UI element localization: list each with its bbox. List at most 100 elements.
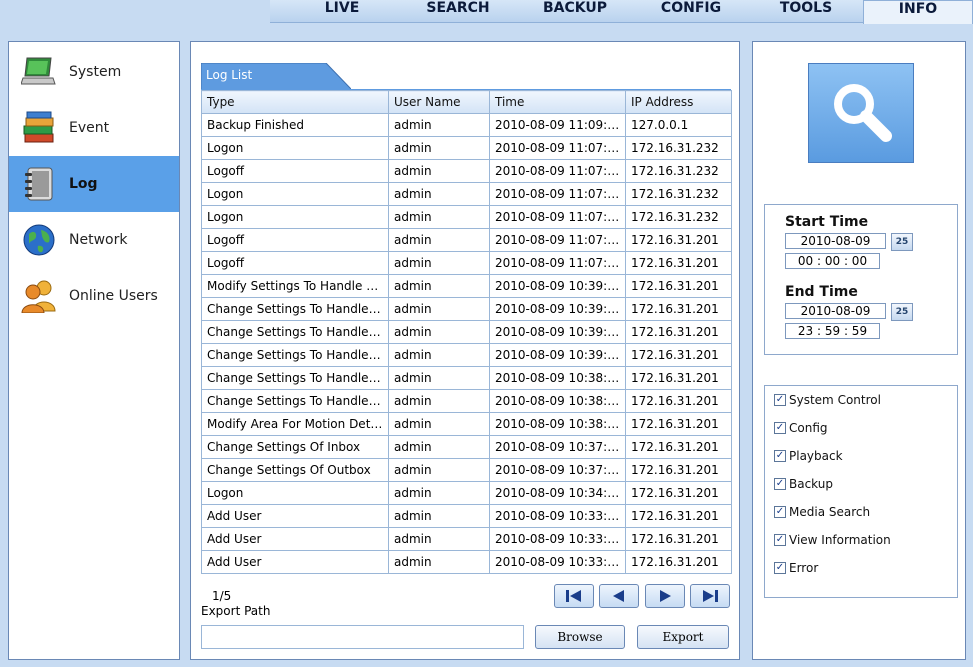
table-row[interactable]: Change Settings To Handle M... admin 2010-… [201,389,732,413]
cell-time: 2010-08-09 10:33:35 [489,527,626,551]
column-header-user-name[interactable]: User Name [388,90,490,114]
cell-type: Change Settings To Handle M... [201,366,389,390]
filter-label: System Control [789,393,881,407]
table-row[interactable]: Change Settings To Handle Se... admin 2010… [201,320,732,344]
table-row[interactable]: Logon admin 2010-08-09 11:07:23 172.16.31.2… [201,205,732,229]
checkbox[interactable]: ✓ [774,394,786,406]
cell-ip: 172.16.31.201 [625,412,732,436]
cell-user: admin [388,504,490,528]
filter-label: Media Search [789,505,871,519]
filter-media-search[interactable]: ✓ Media Search [774,505,870,519]
filter-system-control[interactable]: ✓ System Control [774,393,881,407]
cell-type: Change Settings To Handle M... [201,389,389,413]
sidebar-item-log[interactable]: Log [9,156,179,212]
filter-view-information[interactable]: ✓ View Information [774,533,891,547]
cell-time: 2010-08-09 10:38:51 [489,366,626,390]
cell-user: admin [388,113,490,137]
first-page-button[interactable] [554,584,594,608]
cell-type: Logon [201,136,389,160]
end-date-field[interactable]: 2010-08-09 [785,303,886,319]
table-row[interactable]: Logoff admin 2010-08-09 11:07:13 172.16.31.… [201,251,732,275]
previous-page-button[interactable] [599,584,639,608]
cell-time: 2010-08-09 11:07:13 [489,251,626,275]
sidebar-item-event[interactable]: Event [9,100,179,156]
table-row[interactable]: Modify Area For Motion Detect... admin 201… [201,412,732,436]
cell-type: Change Settings To Handle Se... [201,343,389,367]
cell-time: 2010-08-09 10:38:51 [489,389,626,413]
cell-ip: 172.16.31.201 [625,504,732,528]
cell-time: 2010-08-09 11:09:42 [489,113,626,137]
export-path-input[interactable] [201,625,524,649]
table-row[interactable]: Change Settings To Handle M... admin 2010-… [201,366,732,390]
cell-type: Add User [201,527,389,551]
export-button[interactable]: Export [637,625,729,649]
table-row[interactable]: Change Settings To Handle Se... admin 2010… [201,297,732,321]
column-header-time[interactable]: Time [489,90,626,114]
filter-playback[interactable]: ✓ Playback [774,449,843,463]
cell-ip: 172.16.31.201 [625,366,732,390]
filter-config[interactable]: ✓ Config [774,421,828,435]
table-row[interactable]: Logon admin 2010-08-09 11:07:58 172.16.31.2… [201,136,732,160]
cell-ip: 172.16.31.201 [625,527,732,551]
filter-label: View Information [789,533,891,547]
cell-ip: 172.16.31.201 [625,458,732,482]
cell-type: Modify Settings To Handle Vid... [201,274,389,298]
tab-tools[interactable]: TOOLS [770,0,842,20]
filter-label: Config [789,421,828,435]
last-page-button[interactable] [690,584,730,608]
tab-info[interactable]: INFO [863,0,973,24]
log-list-title: Log List [206,68,253,82]
table-row[interactable]: Logon admin 2010-08-09 10:34:26 172.16.31.2… [201,481,732,505]
cell-type: Logon [201,182,389,206]
table-row[interactable]: Add User admin 2010-08-09 10:33:40 172.16.3… [201,504,732,528]
start-time-field[interactable]: 00 : 00 : 00 [785,253,880,269]
checkbox[interactable]: ✓ [774,478,786,490]
filter-label: Playback [789,449,843,463]
tab-config[interactable]: CONFIG [653,0,729,20]
tab-live[interactable]: LIVE [318,0,366,20]
browse-button[interactable]: Browse [535,625,625,649]
page-indicator: 1/5 [212,589,232,603]
cell-user: admin [388,136,490,160]
table-row[interactable]: Logoff admin 2010-08-09 11:07:53 172.16.31.… [201,159,732,183]
tab-backup[interactable]: BACKUP [537,0,613,20]
start-date-field[interactable]: 2010-08-09 [785,233,886,249]
filter-backup[interactable]: ✓ Backup [774,477,833,491]
sidebar-item-label: System [69,64,122,80]
checkbox[interactable]: ✓ [774,450,786,462]
checkbox[interactable]: ✓ [774,422,786,434]
filter-error[interactable]: ✓ Error [774,561,818,575]
table-row[interactable]: Backup Finished admin 2010-08-09 11:09:42 1… [201,113,732,137]
sidebar-item-online-users[interactable]: Online Users [9,268,179,324]
cell-type: Change Settings To Handle Se... [201,297,389,321]
start-calendar-icon[interactable]: 25 [891,233,913,251]
cell-type: Logoff [201,251,389,275]
cell-user: admin [388,366,490,390]
table-row[interactable]: Logon admin 2010-08-09 11:07:25 172.16.31.2… [201,182,732,206]
table-row[interactable]: Add User admin 2010-08-09 10:33:35 172.16.3… [201,527,732,551]
users-icon [19,276,59,316]
search-button[interactable] [808,63,914,163]
end-calendar-icon[interactable]: 25 [891,303,913,321]
checkbox[interactable]: ✓ [774,534,786,546]
checkbox[interactable]: ✓ [774,562,786,574]
table-row[interactable]: Change Settings Of Inbox admin 2010-08-09 … [201,435,732,459]
cell-time: 2010-08-09 11:07:13 [489,228,626,252]
table-row[interactable]: Change Settings To Handle Se... admin 2010… [201,343,732,367]
notebook-icon [19,164,59,204]
next-page-button[interactable] [645,584,685,608]
sidebar-item-system[interactable]: System [9,44,179,100]
sidebar-item-network[interactable]: Network [9,212,179,268]
column-header-type[interactable]: Type [201,90,389,114]
table-row[interactable]: Change Settings Of Outbox admin 2010-08-09… [201,458,732,482]
table-row[interactable]: Add User admin 2010-08-09 10:33:29 172.16.3… [201,550,732,574]
tab-search[interactable]: SEARCH [420,0,496,20]
column-header-ip-address[interactable]: IP Address [625,90,732,114]
end-time-field[interactable]: 23 : 59 : 59 [785,323,880,339]
table-row[interactable]: Logoff admin 2010-08-09 11:07:13 172.16.31.… [201,228,732,252]
cell-time: 2010-08-09 10:39:16 [489,320,626,344]
cell-user: admin [388,435,490,459]
table-row[interactable]: Modify Settings To Handle Vid... admin 201… [201,274,732,298]
magnifier-icon [834,84,892,142]
checkbox[interactable]: ✓ [774,506,786,518]
